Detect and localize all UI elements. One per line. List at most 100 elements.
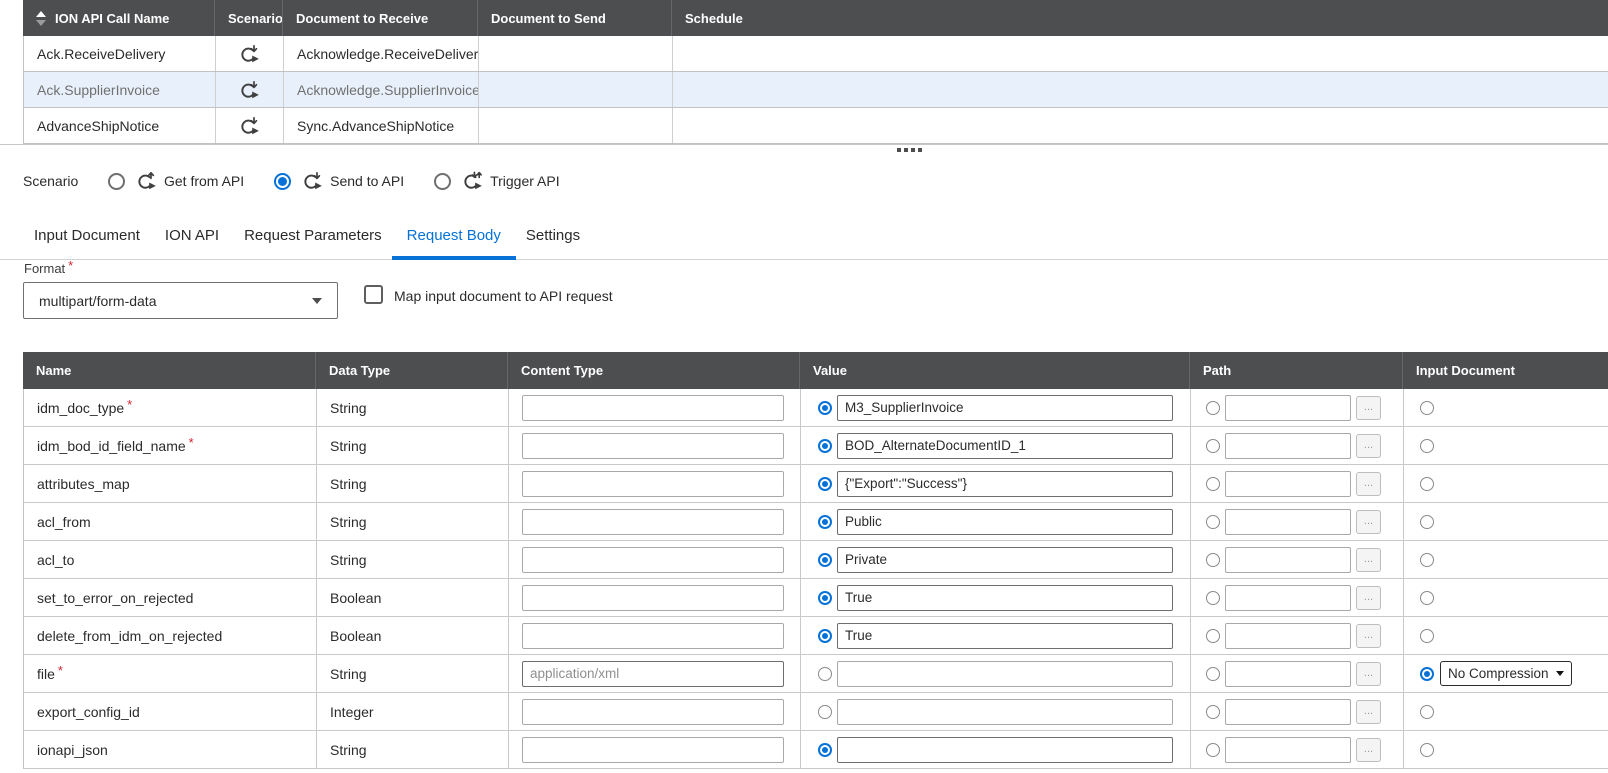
param-row-set-to-error-on-rejected: set_to_error_on_rejectedBoolean... xyxy=(23,579,1608,617)
scenario-radio-get-from-api[interactable] xyxy=(108,173,125,190)
value-radio[interactable] xyxy=(818,705,832,719)
value-input[interactable] xyxy=(837,395,1173,421)
content-type-input[interactable] xyxy=(522,661,784,687)
api-call-row-ack-receivedelivery[interactable]: Ack.ReceiveDeliveryAcknowledge.ReceiveDe… xyxy=(23,36,1608,72)
scenario-option-label[interactable]: Get from API xyxy=(164,173,244,189)
tab-request-parameters[interactable]: Request Parameters xyxy=(236,211,390,259)
value-radio[interactable] xyxy=(818,439,832,453)
input-document-radio[interactable] xyxy=(1420,477,1434,491)
browse-path-button[interactable]: ... xyxy=(1356,510,1381,534)
content-type-input[interactable] xyxy=(522,699,784,725)
data-type-cell: Integer xyxy=(317,693,509,730)
path-input[interactable] xyxy=(1225,395,1351,421)
value-input[interactable] xyxy=(837,585,1173,611)
browse-path-button[interactable]: ... xyxy=(1356,434,1381,458)
input-document-radio[interactable] xyxy=(1420,401,1434,415)
scenario-option-label[interactable]: Send to API xyxy=(330,173,404,189)
document-to-send-cell xyxy=(479,72,673,107)
tab-ion-api[interactable]: ION API xyxy=(157,211,227,259)
path-input[interactable] xyxy=(1225,737,1351,763)
tab-input-document[interactable]: Input Document xyxy=(26,211,148,259)
content-type-input[interactable] xyxy=(522,509,784,535)
content-type-input[interactable] xyxy=(522,623,784,649)
content-type-input[interactable] xyxy=(522,547,784,573)
scenario-radio-trigger-api[interactable] xyxy=(434,173,451,190)
scenario-option-trigger-api[interactable]: Trigger API xyxy=(434,171,560,191)
compression-select[interactable]: No Compression xyxy=(1440,661,1572,686)
api-call-row-ack-supplierinvoice[interactable]: Ack.SupplierInvoiceAcknowledge.SupplierI… xyxy=(23,72,1608,108)
value-radio[interactable] xyxy=(818,629,832,643)
value-radio[interactable] xyxy=(818,667,832,681)
value-input[interactable] xyxy=(837,509,1173,535)
value-radio[interactable] xyxy=(818,591,832,605)
path-radio[interactable] xyxy=(1206,705,1220,719)
input-document-radio[interactable] xyxy=(1420,743,1434,757)
input-document-radio[interactable] xyxy=(1420,439,1434,453)
content-type-input[interactable] xyxy=(522,433,784,459)
path-input[interactable] xyxy=(1225,623,1351,649)
value-input[interactable] xyxy=(837,661,1173,687)
value-input[interactable] xyxy=(837,623,1173,649)
value-radio[interactable] xyxy=(818,401,832,415)
value-radio[interactable] xyxy=(818,743,832,757)
tab-settings[interactable]: Settings xyxy=(518,211,588,259)
format-dropdown[interactable]: multipart/form-data xyxy=(23,282,338,319)
map-input-document-checkbox[interactable] xyxy=(364,285,383,304)
path-cell: ... xyxy=(1191,503,1404,540)
api-call-row-advanceshipnotice[interactable]: AdvanceShipNoticeSync.AdvanceShipNotice xyxy=(23,108,1608,144)
path-input[interactable] xyxy=(1225,547,1351,573)
input-document-radio[interactable] xyxy=(1420,629,1434,643)
browse-path-button[interactable]: ... xyxy=(1356,586,1381,610)
content-type-input[interactable] xyxy=(522,395,784,421)
scenario-radio-send-to-api[interactable] xyxy=(274,173,291,190)
input-document-radio[interactable] xyxy=(1420,667,1434,681)
browse-path-button[interactable]: ... xyxy=(1356,396,1381,420)
input-document-radio[interactable] xyxy=(1420,553,1434,567)
tab-request-body[interactable]: Request Body xyxy=(399,211,509,259)
path-input[interactable] xyxy=(1225,699,1351,725)
sort-icon[interactable] xyxy=(36,11,46,26)
path-radio[interactable] xyxy=(1206,439,1220,453)
scenario-option-label[interactable]: Trigger API xyxy=(490,173,560,189)
input-document-radio[interactable] xyxy=(1420,515,1434,529)
input-document-radio[interactable] xyxy=(1420,705,1434,719)
splitter-drag-handle-icon[interactable] xyxy=(897,148,922,152)
browse-path-button[interactable]: ... xyxy=(1356,624,1381,648)
path-radio[interactable] xyxy=(1206,667,1220,681)
content-type-input[interactable] xyxy=(522,471,784,497)
path-input[interactable] xyxy=(1225,585,1351,611)
path-radio[interactable] xyxy=(1206,629,1220,643)
content-type-input[interactable] xyxy=(522,737,784,763)
content-type-cell xyxy=(509,427,801,464)
value-radio[interactable] xyxy=(818,477,832,491)
value-input[interactable] xyxy=(837,471,1173,497)
scenario-option-send-to-api[interactable]: Send to API xyxy=(274,171,404,191)
path-input[interactable] xyxy=(1225,433,1351,459)
path-radio[interactable] xyxy=(1206,553,1220,567)
path-input[interactable] xyxy=(1225,509,1351,535)
browse-path-button[interactable]: ... xyxy=(1356,738,1381,762)
browse-path-button[interactable]: ... xyxy=(1356,548,1381,572)
path-radio[interactable] xyxy=(1206,401,1220,415)
path-cell: ... xyxy=(1191,541,1404,578)
scenario-option-get-from-api[interactable]: Get from API xyxy=(108,171,244,191)
value-input[interactable] xyxy=(837,699,1173,725)
column-header-ion-api-call-name[interactable]: ION API Call Name xyxy=(23,0,215,36)
browse-path-button[interactable]: ... xyxy=(1356,700,1381,724)
value-input[interactable] xyxy=(837,547,1173,573)
value-input[interactable] xyxy=(837,433,1173,459)
value-radio[interactable] xyxy=(818,515,832,529)
path-radio[interactable] xyxy=(1206,515,1220,529)
input-document-radio[interactable] xyxy=(1420,591,1434,605)
value-radio[interactable] xyxy=(818,553,832,567)
path-radio[interactable] xyxy=(1206,743,1220,757)
browse-path-button[interactable]: ... xyxy=(1356,662,1381,686)
map-input-document-label[interactable]: Map input document to API request xyxy=(394,288,613,304)
path-input[interactable] xyxy=(1225,471,1351,497)
value-input[interactable] xyxy=(837,737,1173,763)
browse-path-button[interactable]: ... xyxy=(1356,472,1381,496)
content-type-input[interactable] xyxy=(522,585,784,611)
path-radio[interactable] xyxy=(1206,477,1220,491)
path-radio[interactable] xyxy=(1206,591,1220,605)
path-input[interactable] xyxy=(1225,661,1351,687)
